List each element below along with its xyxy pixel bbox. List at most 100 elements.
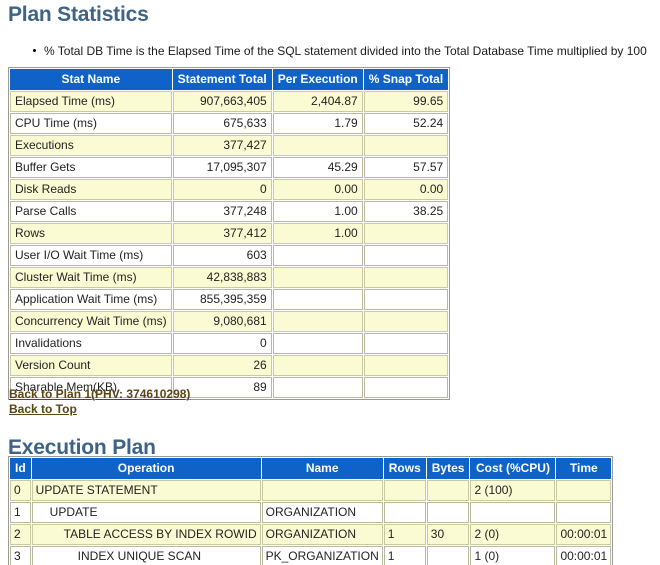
- cell-time: 00:00:01: [556, 524, 612, 545]
- column-header-bytes[interactable]: Bytes: [426, 458, 470, 479]
- cell-time: [556, 480, 612, 501]
- cell-bytes: [426, 480, 470, 501]
- navigation-links: Back to Plan 1(PHV: 374610298) Back to T…: [9, 387, 190, 417]
- cell-statement-total: 9,080,681: [172, 311, 272, 332]
- cell-id: 1: [10, 502, 31, 523]
- cell-cost: [470, 502, 556, 523]
- table-row: Cluster Wait Time (ms) 42,838,883: [10, 267, 449, 288]
- back-to-plan-link[interactable]: Back to Plan 1(PHV: 374610298): [9, 387, 190, 402]
- cell-stat-name: Rows: [10, 223, 172, 244]
- cell-statement-total: 675,633: [172, 113, 272, 134]
- cell-name: ORGANIZATION: [261, 524, 383, 545]
- cell-rows: 1: [383, 524, 426, 545]
- cell-statement-total: 377,412: [172, 223, 272, 244]
- column-header-operation[interactable]: Operation: [31, 458, 261, 479]
- execution-plan-table: Id Operation Name Rows Bytes Cost (%CPU)…: [8, 456, 614, 565]
- cell-snap-total: [363, 311, 449, 332]
- cell-per-execution: [272, 311, 363, 332]
- table-row: CPU Time (ms) 675,633 1.79 52.24: [10, 113, 449, 134]
- cell-per-execution: 1.79: [272, 113, 363, 134]
- cell-bytes: [426, 546, 470, 565]
- cell-statement-total: 0: [172, 333, 272, 354]
- cell-rows: [383, 480, 426, 501]
- cell-statement-total: 377,248: [172, 201, 272, 222]
- cell-id: 3: [10, 546, 31, 565]
- cell-statement-total: 17,095,307: [172, 157, 272, 178]
- cell-rows: 1: [383, 546, 426, 565]
- cell-statement-total: 26: [172, 355, 272, 376]
- cell-snap-total: [363, 377, 449, 398]
- cell-stat-name: Concurrency Wait Time (ms): [10, 311, 172, 332]
- note-item: % Total DB Time is the Elapsed Time of t…: [33, 44, 660, 58]
- cell-bytes: 30: [426, 524, 470, 545]
- cell-snap-total: [363, 333, 449, 354]
- cell-snap-total: 0.00: [363, 179, 449, 200]
- cell-per-execution: [272, 377, 363, 398]
- column-header-time[interactable]: Time: [556, 458, 612, 479]
- cell-snap-total: [363, 267, 449, 288]
- cell-rows: [383, 502, 426, 523]
- cell-per-execution: 0.00: [272, 179, 363, 200]
- table-row: Parse Calls 377,248 1.00 38.25: [10, 201, 449, 222]
- table-row: Invalidations 0: [10, 333, 449, 354]
- column-header-stat-name[interactable]: Stat Name: [10, 69, 172, 90]
- column-header-rows[interactable]: Rows: [383, 458, 426, 479]
- table-header-row: Stat Name Statement Total Per Execution …: [10, 69, 449, 90]
- column-header-name[interactable]: Name: [261, 458, 383, 479]
- table-row: Application Wait Time (ms) 855,395,359: [10, 289, 449, 310]
- cell-per-execution: 2,404.87: [272, 91, 363, 112]
- cell-operation: UPDATE: [31, 502, 261, 523]
- cell-stat-name: User I/O Wait Time (ms): [10, 245, 172, 266]
- cell-snap-total: 38.25: [363, 201, 449, 222]
- table-row: Elapsed Time (ms) 907,663,405 2,404.87 99.6…: [10, 91, 449, 112]
- cell-cost: 2 (100): [470, 480, 556, 501]
- cell-per-execution: [272, 245, 363, 266]
- cell-snap-total: [363, 135, 449, 156]
- table-row: 1 UPDATE ORGANIZATION: [10, 502, 612, 523]
- cell-statement-total: 907,663,405: [172, 91, 272, 112]
- cell-statement-total: 377,427: [172, 135, 272, 156]
- cell-stat-name: Cluster Wait Time (ms): [10, 267, 172, 288]
- cell-statement-total: 855,395,359: [172, 289, 272, 310]
- column-header-statement-total[interactable]: Statement Total: [172, 69, 272, 90]
- table-row: Rows 377,412 1.00: [10, 223, 449, 244]
- cell-snap-total: 99.65: [363, 91, 449, 112]
- cell-snap-total: [363, 355, 449, 376]
- cell-per-execution: 1.00: [272, 223, 363, 244]
- cell-time: [556, 502, 612, 523]
- cell-id: 0: [10, 480, 31, 501]
- table-row: 0 UPDATE STATEMENT 2 (100): [10, 480, 612, 501]
- page-title: Plan Statistics: [8, 3, 149, 26]
- table-row: Version Count 26: [10, 355, 449, 376]
- cell-per-execution: [272, 333, 363, 354]
- cell-snap-total: 57.57: [363, 157, 449, 178]
- cell-name: [261, 480, 383, 501]
- cell-snap-total: [363, 289, 449, 310]
- cell-operation: UPDATE STATEMENT: [31, 480, 261, 501]
- cell-stat-name: Parse Calls: [10, 201, 172, 222]
- column-header-snap-total[interactable]: % Snap Total: [363, 69, 449, 90]
- cell-operation: INDEX UNIQUE SCAN: [31, 546, 261, 565]
- column-header-id[interactable]: Id: [10, 458, 31, 479]
- plan-statistics-page: Plan Statistics % Total DB Time is the E…: [0, 0, 660, 565]
- table-row: Executions 377,427: [10, 135, 449, 156]
- table-row: Disk Reads 0 0.00 0.00: [10, 179, 449, 200]
- cell-per-execution: 45.29: [272, 157, 363, 178]
- cell-per-execution: 1.00: [272, 201, 363, 222]
- table-row: 3 INDEX UNIQUE SCAN PK_ORGANIZATION 1 1 (0)…: [10, 546, 612, 565]
- cell-name: PK_ORGANIZATION: [261, 546, 383, 565]
- cell-id: 2: [10, 524, 31, 545]
- cell-operation: TABLE ACCESS BY INDEX ROWID: [31, 524, 261, 545]
- cell-per-execution: [272, 355, 363, 376]
- back-to-top-link[interactable]: Back to Top: [9, 402, 190, 417]
- cell-statement-total: 0: [172, 179, 272, 200]
- cell-stat-name: Elapsed Time (ms): [10, 91, 172, 112]
- note-list: % Total DB Time is the Elapsed Time of t…: [0, 44, 660, 58]
- cell-cost: 2 (0): [470, 524, 556, 545]
- table-header-row: Id Operation Name Rows Bytes Cost (%CPU)…: [10, 458, 612, 479]
- cell-stat-name: Disk Reads: [10, 179, 172, 200]
- column-header-per-execution[interactable]: Per Execution: [272, 69, 363, 90]
- cell-per-execution: [272, 289, 363, 310]
- column-header-cost[interactable]: Cost (%CPU): [470, 458, 556, 479]
- cell-stat-name: Version Count: [10, 355, 172, 376]
